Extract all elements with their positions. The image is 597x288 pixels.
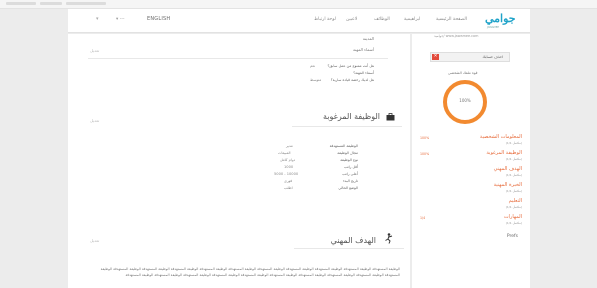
field-key: الوظيفة المستهدفة [329,144,358,148]
sidebar-item-experience[interactable]: الخبرة المهنية (مكتمل 1/1) [416,182,526,198]
sidebar-item-status: (مكتمل 1/1) [505,157,522,161]
profile-main: المدينة أسماء المهنة تعديل هل أنت ممنوع … [68,34,410,288]
language-switch[interactable]: ENGLISH [147,16,170,22]
section-title-career-goal: الهدف المهني [330,236,376,245]
field-value: متوسط [310,78,322,82]
divider [294,248,404,249]
profile-url[interactable]: جواميد/ www.jawamee.com [434,34,478,38]
sidebar-item-personal-info[interactable]: 100% المعلومات الشخصية (مكتمل 1/1) [416,134,526,150]
logo-wordmark: جوامي [485,12,516,25]
career-goal-text: الوظيفة المستهدفة الوظيفة المستهدفة الوظ… [100,267,400,277]
sidebar-item-skills[interactable]: 1/4 المهارات (مكتمل 1/1) [416,214,526,230]
field-value: دوام كامل [280,158,296,162]
profile-strength-ring: 100% [443,80,487,124]
field-key: الوضع الحالي [338,186,358,190]
field-value: نعم [310,64,316,68]
nav-link-jobs[interactable]: الوظائف [374,17,390,22]
user-menu[interactable]: ▾ --- [116,17,125,22]
completion-pct: 1/4 [420,216,426,220]
field-key: أعلى راتب [342,172,358,176]
sidebar-item-label: الوظيفة المرغوبة [486,150,522,156]
completion-pct: 100% [420,136,430,140]
ghost-text [40,2,62,5]
field-key: هل لديك رخصة قيادة سارية؟ [330,78,374,82]
field-value: 1000 [284,165,294,169]
site-logo[interactable]: جوامي JAWAMEE [485,11,529,31]
field-key: مجال الوظيفة [337,151,358,155]
sidebar-item-label: المهارات [503,214,522,220]
sidebar-item-prefs[interactable]: Prefs [507,234,518,239]
nav-link-contact[interactable]: لوحة ارتباط [314,17,336,22]
city-label: المدينة [362,36,374,41]
profession-label: أسماء المهنة [353,47,374,52]
sidebar-item-career-goal[interactable]: الهدف المهني (مكتمل 1/1) [416,166,526,182]
ghost-text [66,2,106,5]
field-value: فوري [284,179,293,183]
profile-strength-value: 100% [459,98,471,103]
field-key: أسماء المهنة؟ [353,71,374,75]
divider [292,126,402,127]
edit-link[interactable]: تعديل [90,48,99,53]
field-value: المبيعات [278,151,291,155]
edit-link[interactable]: تعديل [90,118,99,123]
logo-tagline: JAWAMEE [487,26,500,29]
sidebar-item-status: (مكتمل 1/1) [505,205,522,209]
sidebar-item-status: (مكتمل 1/1) [505,221,522,225]
field-key: نوع الوظيفة [340,158,358,162]
briefcase-icon [386,113,395,121]
nav-link-ibrahimia[interactable]: ابراهيمية [404,17,420,22]
sidebar-item-label: المعلومات الشخصية [479,134,522,140]
divider [88,58,388,59]
sidebar-item-status: (مكتمل 1/1) [505,141,522,145]
field-key: هل أنت ممنوع من عمل سابق؟ [327,64,374,68]
browser-top-strip [0,0,597,9]
sidebar-item-label: الخبرة المهنية [493,182,522,188]
nav-link-players[interactable]: لاعبين [346,17,357,22]
field-key: أقل راتب [344,165,358,169]
climber-icon [385,233,393,244]
user-caret-icon[interactable]: ▾ [96,16,99,22]
section-title-desired-job: الوظيفة المرغوبة [323,112,380,121]
sidebar-item-label: التعليم [508,198,522,204]
delete-account-button[interactable]: ✕ احذف حسابك [430,52,510,62]
field-value: اطلب [284,186,293,190]
nav-link-home[interactable]: الصفحة الرئيسية [436,17,467,22]
delete-account-label: احذف حسابك [482,55,503,59]
field-key: تاريخ البدء [342,179,358,183]
top-navbar: ▾ ▾ --- ENGLISH لوحة ارتباط لاعبين الوظا… [68,9,530,33]
sidebar-item-status: (مكتمل 1/1) [505,173,522,177]
sidebar-item-label: الهدف المهني [493,166,522,172]
profile-sidebar: جواميد/ www.jawamee.com ✕ احذف حسابك قوة… [412,34,530,288]
field-value: مدير [286,144,293,148]
page: ▾ ▾ --- ENGLISH لوحة ارتباط لاعبين الوظا… [0,0,597,288]
completion-pct: 100% [420,152,430,156]
profile-strength-label: قوة ملفك الشخصي [448,71,478,75]
sidebar-item-desired-job[interactable]: 100% الوظيفة المرغوبة (مكتمل 1/1) [416,150,526,166]
field-value: 5000 - 10000 [274,172,299,176]
sidebar-item-status: (مكتمل 1/1) [505,189,522,193]
sidebar-item-education[interactable]: التعليم (مكتمل 1/1) [416,198,526,214]
edit-link[interactable]: تعديل [90,238,99,243]
close-icon: ✕ [432,54,439,60]
ghost-text [6,2,36,5]
